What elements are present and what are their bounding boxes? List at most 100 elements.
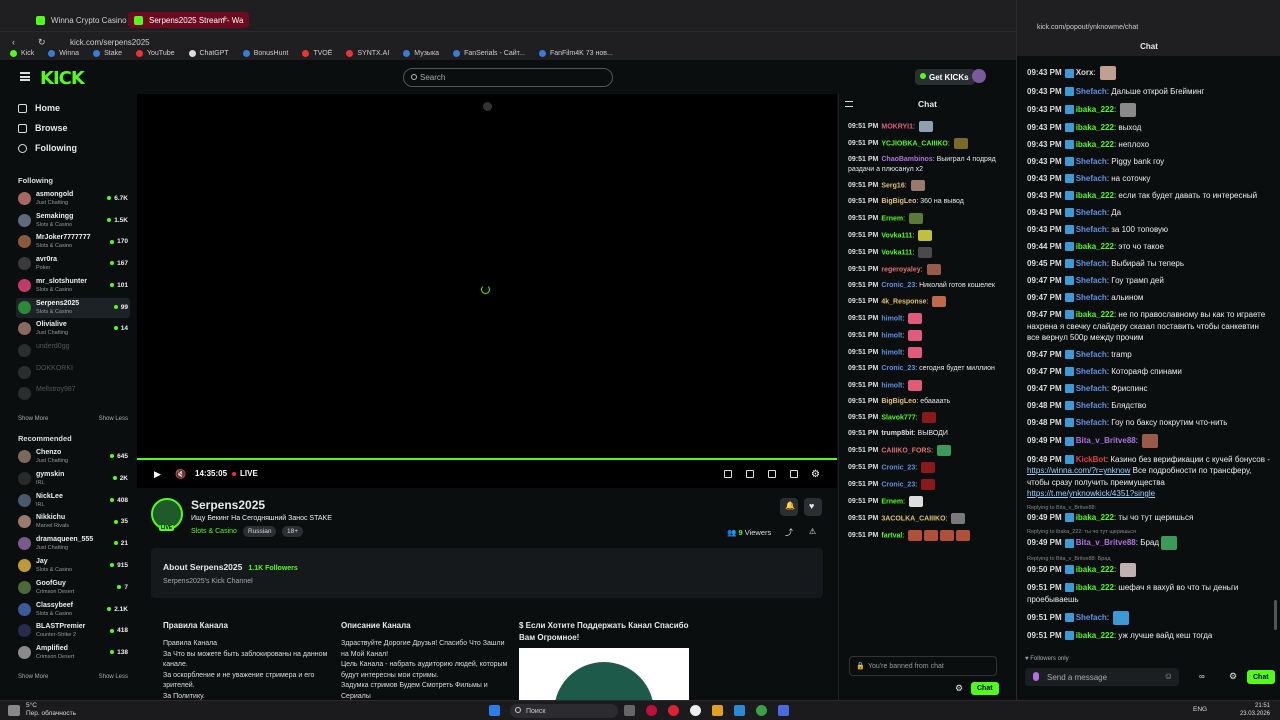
language-indicator[interactable]: ENG: [1193, 706, 1207, 713]
kick-logo[interactable]: KICK: [40, 68, 85, 89]
popout-chat-button[interactable]: Chat: [1247, 670, 1275, 684]
message-username[interactable]: ibaka_222: [1076, 565, 1114, 574]
pip-icon[interactable]: [746, 470, 754, 478]
taskbar-search[interactable]: Поиск: [510, 704, 618, 718]
message-username[interactable]: trump8bit: [881, 430, 913, 437]
sidebar-channel-item[interactable]: BLASTPremier Counter-Strike 2 418: [16, 621, 130, 641]
send-message-input[interactable]: Send a message ☺: [1025, 668, 1179, 686]
message-link[interactable]: https://t.me/ynknowkick/4351?single: [1027, 489, 1155, 498]
message-username[interactable]: Shefach: [1076, 367, 1107, 376]
telegram-icon[interactable]: [734, 705, 745, 716]
message-username[interactable]: Bita_v_Britve88: [1076, 538, 1136, 547]
tag-age[interactable]: 18+: [282, 526, 304, 537]
sidebar-channel-item[interactable]: mr_slotshunter Slots & Casino 101: [16, 276, 130, 296]
message-username[interactable]: Serg16: [881, 182, 904, 189]
bookmark-item[interactable]: Kick: [10, 49, 34, 57]
report-icon[interactable]: ⚠: [809, 527, 816, 536]
tag-language[interactable]: Russian: [243, 526, 277, 537]
message-username[interactable]: Shefach: [1076, 208, 1107, 217]
sidebar-channel-item[interactable]: dramaqueen_555 Just Chatting 21: [16, 534, 130, 554]
clip-icon[interactable]: [724, 470, 732, 478]
message-username[interactable]: Cronic_23: [881, 481, 915, 488]
bookmark-item[interactable]: Winna: [48, 49, 79, 57]
message-username[interactable]: Shefach: [1076, 225, 1107, 234]
task-view-icon[interactable]: [624, 705, 635, 716]
message-username[interactable]: Cronic_23: [881, 282, 915, 289]
message-username[interactable]: Shefach: [1076, 350, 1107, 359]
weather-widget[interactable]: 5°C Пер. облачность: [26, 702, 76, 718]
channel-name[interactable]: Serpens2025: [191, 498, 265, 512]
show-more-button[interactable]: Show More: [18, 416, 48, 422]
message-username[interactable]: himolt: [881, 382, 902, 389]
sidebar-channel-item[interactable]: Amplified Crimson Desert 138: [16, 643, 130, 663]
message-username[interactable]: Bita_v_Britve88: [1076, 436, 1136, 445]
message-username[interactable]: ibaka_222: [1076, 310, 1114, 319]
message-username[interactable]: ibaka_222: [1076, 242, 1114, 251]
folder-icon[interactable]: [712, 705, 723, 716]
show-less-button[interactable]: Show Less: [99, 416, 128, 422]
chat-send-button[interactable]: Chat: [971, 682, 999, 695]
message-username[interactable]: ibaka_222: [1076, 140, 1114, 149]
get-kicks-button[interactable]: Get KICKs: [915, 69, 975, 85]
message-username[interactable]: Shefach: [1076, 384, 1107, 393]
tab-serpens[interactable]: Serpens2025 Stream - Wa: [128, 12, 250, 28]
sidebar-channel-item[interactable]: MrJoker7777777 Slots & Casino 170: [16, 232, 130, 252]
show-less-button[interactable]: Show Less: [99, 674, 128, 680]
mute-icon[interactable]: 🔇: [175, 469, 186, 480]
message-username[interactable]: Cronic_23: [881, 365, 915, 372]
yandex-icon[interactable]: [690, 705, 701, 716]
message-username[interactable]: Shefach: [1076, 613, 1107, 622]
message-link[interactable]: https://winna.com/?r=ynknow: [1027, 466, 1130, 475]
sidebar-channel-item[interactable]: Semakingg Slots & Casino 1.5K: [16, 211, 130, 231]
message-username[interactable]: regeroyaley: [881, 266, 920, 273]
message-username[interactable]: Ernem: [881, 215, 903, 222]
stream-category[interactable]: Slots & Casino: [191, 528, 237, 535]
search-input[interactable]: Search: [403, 68, 613, 87]
message-username[interactable]: Shefach: [1076, 293, 1107, 302]
message-username[interactable]: Ernem: [881, 498, 903, 505]
message-username[interactable]: himolt: [881, 315, 902, 322]
bookmark-item[interactable]: BonusHunt: [242, 49, 288, 57]
bookmark-item[interactable]: Stake: [93, 49, 122, 57]
new-tab-icon[interactable]: +: [222, 14, 228, 25]
clock[interactable]: 21:51 23.03.2026: [1240, 702, 1270, 718]
sidebar-channel-item[interactable]: Mellstroy987: [16, 384, 130, 404]
message-username[interactable]: CAIIIKO_FORS: [881, 447, 931, 454]
message-username[interactable]: Shefach: [1076, 418, 1107, 427]
nav-browse[interactable]: Browse: [18, 123, 68, 133]
chat-settings-gear-icon[interactable]: ⚙: [1229, 671, 1237, 682]
nav-following[interactable]: Following: [18, 143, 77, 153]
message-username[interactable]: Vovka111: [881, 249, 912, 256]
message-username[interactable]: Shefach: [1076, 401, 1107, 410]
message-username[interactable]: ibaka_222: [1076, 105, 1114, 114]
bookmark-item[interactable]: FanFilm4K 73 нов...: [538, 49, 613, 57]
message-username[interactable]: ibaka_222: [1076, 583, 1114, 592]
settings-gear-icon[interactable]: ⚙: [811, 469, 820, 480]
message-username[interactable]: BigBigLeo: [881, 198, 916, 205]
menu-icon[interactable]: [20, 72, 30, 81]
notification-bell-button[interactable]: 🔔: [780, 498, 798, 516]
sidebar-channel-item[interactable]: Serpens2025 Slots & Casino 99: [16, 297, 130, 318]
message-username[interactable]: ibaka_222: [1076, 631, 1114, 640]
share-icon[interactable]: ⤴: [785, 527, 793, 538]
bookmark-item[interactable]: YouTube: [135, 49, 175, 57]
message-username[interactable]: Shefach: [1076, 174, 1107, 183]
message-username[interactable]: himolt: [881, 349, 902, 356]
sidebar-channel-item[interactable]: Olivialive Just Chatting 14: [16, 319, 130, 339]
bookmark-item[interactable]: FanSerials - Сайт...: [453, 49, 525, 57]
message-username[interactable]: Shefach: [1076, 157, 1107, 166]
popout-url[interactable]: kick.com/popout/ynknowme/chat: [1037, 24, 1138, 31]
sidebar-channel-item[interactable]: Nikkichu Marvel Rivals 35: [16, 512, 130, 532]
message-username[interactable]: Shefach: [1076, 276, 1107, 285]
bookmark-item[interactable]: TVOЁ: [302, 49, 332, 57]
message-username[interactable]: ChaoBambinos: [881, 156, 932, 163]
sidebar-channel-item[interactable]: DOKKORKI: [16, 363, 130, 383]
sidebar-channel-item[interactable]: gymskin IRL 2K: [16, 469, 130, 489]
points-icon[interactable]: ∞: [1199, 672, 1205, 681]
scrollbar[interactable]: [1274, 600, 1277, 630]
message-username[interactable]: ibaka_222: [1076, 191, 1114, 200]
video-player[interactable]: [137, 94, 837, 458]
message-username[interactable]: ibaka_222: [1076, 513, 1114, 522]
bookmark-item[interactable]: SYNTX.AI: [346, 49, 389, 57]
fullscreen-icon[interactable]: [790, 470, 798, 478]
